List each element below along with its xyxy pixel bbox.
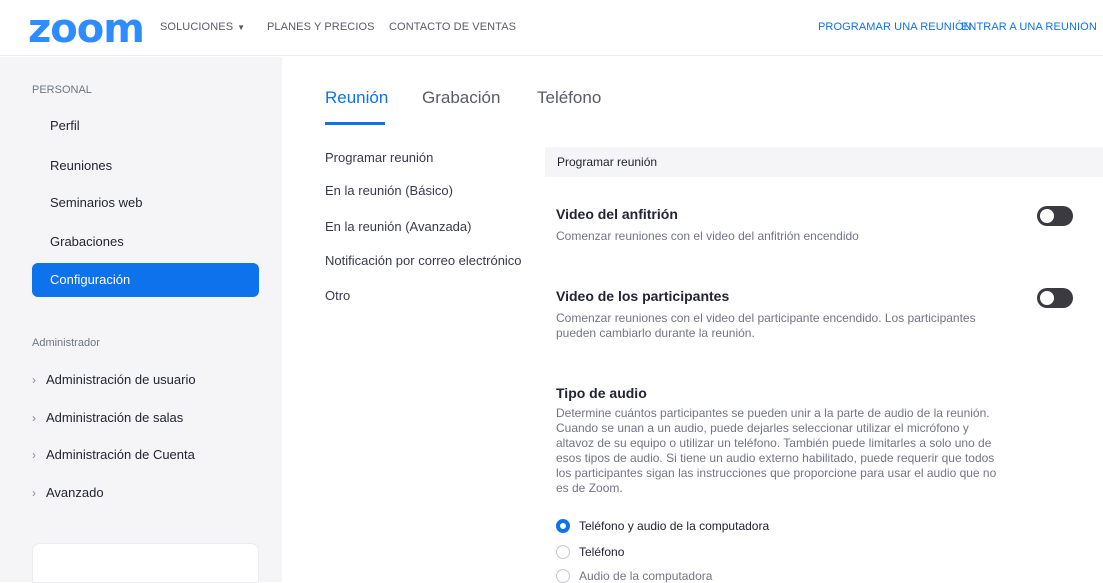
chevron-right-icon: › xyxy=(32,373,36,387)
section-header: Programar reunión xyxy=(545,147,1103,177)
subnav-email-notification[interactable]: Notificación por correo electrónico xyxy=(325,253,522,268)
audio-type-description-line: esos tipos de audio. Si tiene un audio e… xyxy=(556,451,995,465)
tab-meeting[interactable]: Reunión xyxy=(325,88,388,108)
toggle-knob xyxy=(1040,291,1054,305)
sidebar-section-personal: PERSONAL xyxy=(32,84,92,96)
sidebar-bottom-card xyxy=(32,543,259,583)
audio-type-description-line: es de Zoom. xyxy=(556,481,623,495)
toggle-knob xyxy=(1040,209,1054,223)
sidebar-admin-advanced[interactable]: › Avanzado xyxy=(32,485,104,500)
radio-label: Teléfono xyxy=(579,545,625,559)
chevron-right-icon: › xyxy=(32,486,36,500)
schedule-meeting-link[interactable]: PROGRAMAR UNA REUNIÓN xyxy=(818,21,972,33)
nav-solutions[interactable]: SOLUCIONES ▼ xyxy=(160,21,245,33)
sidebar-item-webinars[interactable]: Seminarios web xyxy=(32,186,259,220)
sidebar-item-recordings[interactable]: Grabaciones xyxy=(32,225,259,259)
top-navigation-bar: zoom SOLUCIONES ▼ PLANES Y PRECIOS CONTAC… xyxy=(0,0,1103,56)
sidebar-admin-account-management[interactable]: › Administración de Cuenta xyxy=(32,447,195,462)
audio-type-description-line: los participantes sigan las instruccione… xyxy=(556,466,997,480)
radio-checked-icon[interactable] xyxy=(556,519,570,533)
subnav-other[interactable]: Otro xyxy=(325,288,350,303)
sidebar-admin-label: Administración de usuario xyxy=(46,372,196,387)
nav-plans[interactable]: PLANES Y PRECIOS xyxy=(267,21,375,33)
nav-contact-sales[interactable]: CONTACTO DE VENTAS xyxy=(389,21,516,33)
chevron-down-icon: ▼ xyxy=(237,23,246,32)
active-tab-indicator xyxy=(325,122,385,125)
chevron-right-icon: › xyxy=(32,411,36,425)
tab-phone[interactable]: Teléfono xyxy=(537,88,601,108)
sidebar-admin-label: Avanzado xyxy=(46,485,104,500)
join-meeting-link[interactable]: ENTRAR A UNA REUNIÓN xyxy=(961,21,1103,33)
zoom-logo[interactable]: zoom xyxy=(28,6,145,52)
host-video-title: Video del anfitrión xyxy=(556,206,678,222)
sidebar-section-admin: Administrador xyxy=(32,337,100,349)
host-video-toggle[interactable] xyxy=(1037,206,1073,226)
sidebar-admin-label: Administración de Cuenta xyxy=(46,447,195,462)
audio-option-phone[interactable]: Teléfono xyxy=(556,545,624,559)
subnav-in-meeting-advanced[interactable]: En la reunión (Avanzada) xyxy=(325,219,471,234)
chevron-right-icon: › xyxy=(32,448,36,462)
nav-solutions-label: SOLUCIONES xyxy=(160,21,234,33)
sidebar-admin-user-management[interactable]: › Administración de usuario xyxy=(32,372,196,387)
audio-option-computer[interactable]: Audio de la computadora xyxy=(556,569,712,583)
sidebar-item-profile[interactable]: Perfil xyxy=(32,109,259,143)
radio-label: Audio de la computadora xyxy=(579,569,713,583)
audio-option-phone-and-computer[interactable]: Teléfono y audio de la computadora xyxy=(556,519,769,533)
sidebar: PERSONAL Perfil Reuniones Seminarios web… xyxy=(0,57,282,582)
audio-type-description-line: Determine cuántos participantes se puede… xyxy=(556,406,990,420)
audio-type-title: Tipo de audio xyxy=(556,385,647,401)
host-video-description: Comenzar reuniones con el video del anfi… xyxy=(556,229,859,243)
participant-video-title: Video de los participantes xyxy=(556,288,730,304)
subnav-in-meeting-basic[interactable]: En la reunión (Básico) xyxy=(325,183,453,198)
radio-label: Teléfono y audio de la computadora xyxy=(579,519,770,533)
radio-unchecked-icon[interactable] xyxy=(556,545,570,559)
radio-unchecked-icon[interactable] xyxy=(556,569,570,583)
participant-video-description-line: Comenzar reuniones con el video del part… xyxy=(556,311,976,325)
subnav-schedule-meeting[interactable]: Programar reunión xyxy=(325,150,433,165)
sidebar-item-settings[interactable]: Configuración xyxy=(32,263,259,297)
participant-video-description-line: pueden cambiarlo durante la reunión. xyxy=(556,326,755,340)
participant-video-toggle[interactable] xyxy=(1037,288,1073,308)
sidebar-admin-label: Administración de salas xyxy=(46,410,184,425)
tab-recording[interactable]: Grabación xyxy=(422,88,500,108)
audio-type-description-line: altavoz de su equipo o utilizar un teléf… xyxy=(556,436,992,450)
sidebar-admin-room-management[interactable]: › Administración de salas xyxy=(32,410,183,425)
sidebar-item-meetings[interactable]: Reuniones xyxy=(32,149,259,183)
audio-type-description-line: Cuando se unan a un audio, puede dejarle… xyxy=(556,421,969,435)
